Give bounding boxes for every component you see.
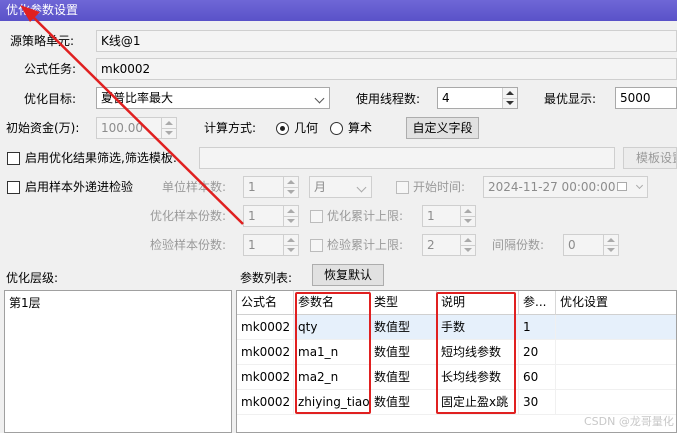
watermark: CSDN @龙哥量化 bbox=[584, 415, 674, 428]
annotation-arrow bbox=[20, 5, 244, 225]
